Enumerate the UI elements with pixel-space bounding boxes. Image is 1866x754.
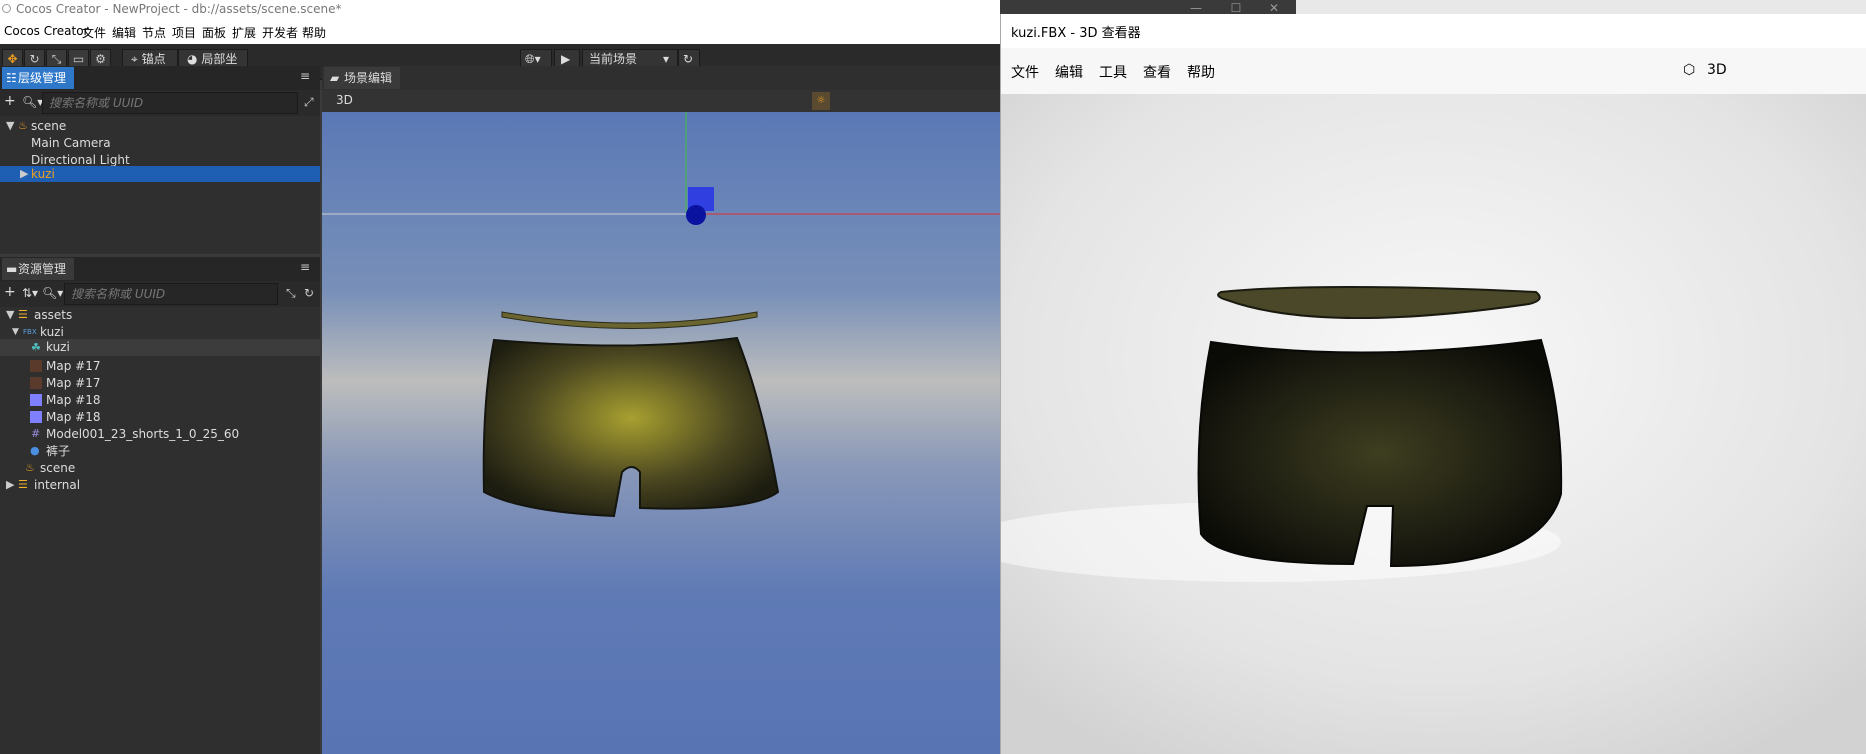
- globe-small-icon: ◕: [187, 52, 198, 66]
- assets-panel: ▬ 资源管理器 ≡ + ⇅▾ 🔍︎▾ 搜索名称或 UUID ⤡ ↻ ▼ ☰ as…: [0, 257, 320, 754]
- globe-icon: 🌐︎▾: [525, 52, 541, 66]
- database-icon: ☰: [18, 478, 28, 491]
- menu-panel[interactable]: 面板: [202, 24, 226, 41]
- title-bar: Cocos Creator - NewProject - db://assets…: [0, 0, 1279, 18]
- cocos-logo-icon: [2, 4, 11, 13]
- mode-3d-toggle[interactable]: 3D: [336, 93, 353, 107]
- viewer-menu-file[interactable]: 文件: [1011, 62, 1039, 82]
- triangle-right-icon[interactable]: ▶: [20, 166, 28, 182]
- panel-menu-icon[interactable]: ≡: [300, 260, 310, 274]
- assets-header: ▬ 资源管理器 ≡: [0, 257, 320, 298]
- hierarchy-search-bar: + 🔍︎▾ 搜索名称或 UUID ⤢: [0, 90, 320, 116]
- asset-item-kuzi-prefab[interactable]: ☘ kuzi: [0, 339, 320, 356]
- folder-icon: ▬: [6, 262, 18, 276]
- hierarchy-search-input[interactable]: 搜索名称或 UUID: [42, 92, 298, 114]
- viewer-title-bar: kuzi.FBX - 3D 查看器: [1001, 14, 1866, 48]
- viewer-window: kuzi.FBX - 3D 查看器 文件 编辑 工具 查看 帮助 ⬡ 3D: [1000, 14, 1866, 754]
- asset-label: kuzi: [46, 340, 70, 354]
- asset-item-internal[interactable]: ▶ ☰ internal: [0, 475, 320, 495]
- tree-item-kuzi[interactable]: ▶ kuzi: [0, 166, 320, 182]
- tab-hierarchy[interactable]: ☷ 层级管理器: [2, 67, 74, 107]
- scene-editor-icon: ▰: [330, 71, 340, 85]
- pivot-label: 锚点: [141, 52, 166, 66]
- lighting-toggle-icon[interactable]: ☼: [812, 92, 830, 110]
- gizmo-center-handle[interactable]: [686, 205, 706, 225]
- tab-scene-editor[interactable]: ▰ 场景编辑器: [324, 67, 400, 107]
- search-icon[interactable]: 🔍︎▾: [22, 95, 43, 109]
- hierarchy-panel: ☷ 层级管理器 ≡ + 🔍︎▾ 搜索名称或 UUID ⤢ ▼ ♨ scene M…: [0, 66, 320, 254]
- normal-map-thumb-icon: [30, 394, 42, 406]
- assets-search-input[interactable]: 搜索名称或 UUID: [64, 283, 278, 305]
- assets-search-bar: + ⇅▾ 🔍︎▾ 搜索名称或 UUID ⤡ ↻: [0, 281, 320, 307]
- menu-file[interactable]: 文件: [82, 24, 106, 41]
- sort-icon[interactable]: ⇅▾: [22, 286, 38, 300]
- texture-thumb-icon: [30, 377, 42, 389]
- menu-developer[interactable]: 开发者: [262, 24, 298, 41]
- hierarchy-icon: ☷: [6, 71, 17, 85]
- scene-editor-toolbar: 3D ☼: [322, 90, 1000, 112]
- viewer-viewport[interactable]: [1001, 94, 1866, 754]
- viewer-menu-tools[interactable]: 工具: [1099, 62, 1127, 82]
- refresh-icon[interactable]: ↻: [304, 286, 314, 300]
- viewer-menu-edit[interactable]: 编辑: [1055, 62, 1083, 82]
- scene-editor-panel: ▰ 场景编辑器 3D ☼: [322, 66, 1000, 754]
- menu-node[interactable]: 节点: [142, 24, 166, 41]
- refresh-icon: ↻: [683, 52, 694, 66]
- menu-edit[interactable]: 编辑: [112, 24, 136, 41]
- menu-help[interactable]: 帮助: [302, 24, 326, 41]
- viewer-menu-bar: 文件 编辑 工具 查看 帮助 ⬡ 3D: [1001, 48, 1866, 94]
- menu-extension[interactable]: 扩展: [232, 24, 256, 41]
- prefab-icon: ☘: [31, 341, 41, 354]
- background-window: [1296, 0, 1866, 14]
- cube-icon: ⬡: [1683, 62, 1696, 78]
- tab-assets[interactable]: ▬ 资源管理器: [2, 258, 74, 298]
- normal-map-thumb-icon: [30, 411, 42, 423]
- crosshair-icon: ⌖: [131, 52, 138, 66]
- expand-icon[interactable]: ⤢: [304, 95, 314, 110]
- menu-project[interactable]: 项目: [172, 24, 196, 41]
- panel-menu-icon[interactable]: ≡: [300, 69, 310, 83]
- add-icon[interactable]: +: [4, 93, 16, 109]
- play-icon: ▶: [561, 52, 571, 66]
- menu-bar: Cocos Creator 文件 编辑 节点 项目 面板 扩展 开发者 帮助: [0, 18, 1000, 44]
- asset-label: internal: [34, 478, 81, 492]
- viewer-menu-view[interactable]: 查看: [1143, 62, 1171, 82]
- collapse-icon[interactable]: ⤡: [286, 286, 296, 301]
- add-icon[interactable]: +: [4, 284, 16, 300]
- hierarchy-header: ☷ 层级管理器 ≡: [0, 66, 320, 107]
- viewer-menu-help[interactable]: 帮助: [1187, 62, 1215, 82]
- texture-thumb-icon: [30, 360, 42, 372]
- scene-select-value: 当前场景: [589, 52, 638, 66]
- menu-cocos-creator[interactable]: Cocos Creator: [4, 24, 89, 38]
- viewer-3d-label[interactable]: 3D: [1707, 62, 1727, 78]
- viewer-title: kuzi.FBX - 3D 查看器: [1011, 26, 1141, 41]
- window-title: Cocos Creator - NewProject - db://assets…: [16, 2, 342, 16]
- search-icon[interactable]: 🔍︎▾: [42, 286, 63, 300]
- scene-viewport[interactable]: [322, 112, 1000, 754]
- triangle-right-icon[interactable]: ▶: [6, 475, 14, 495]
- tree-item-label: kuzi: [31, 167, 55, 181]
